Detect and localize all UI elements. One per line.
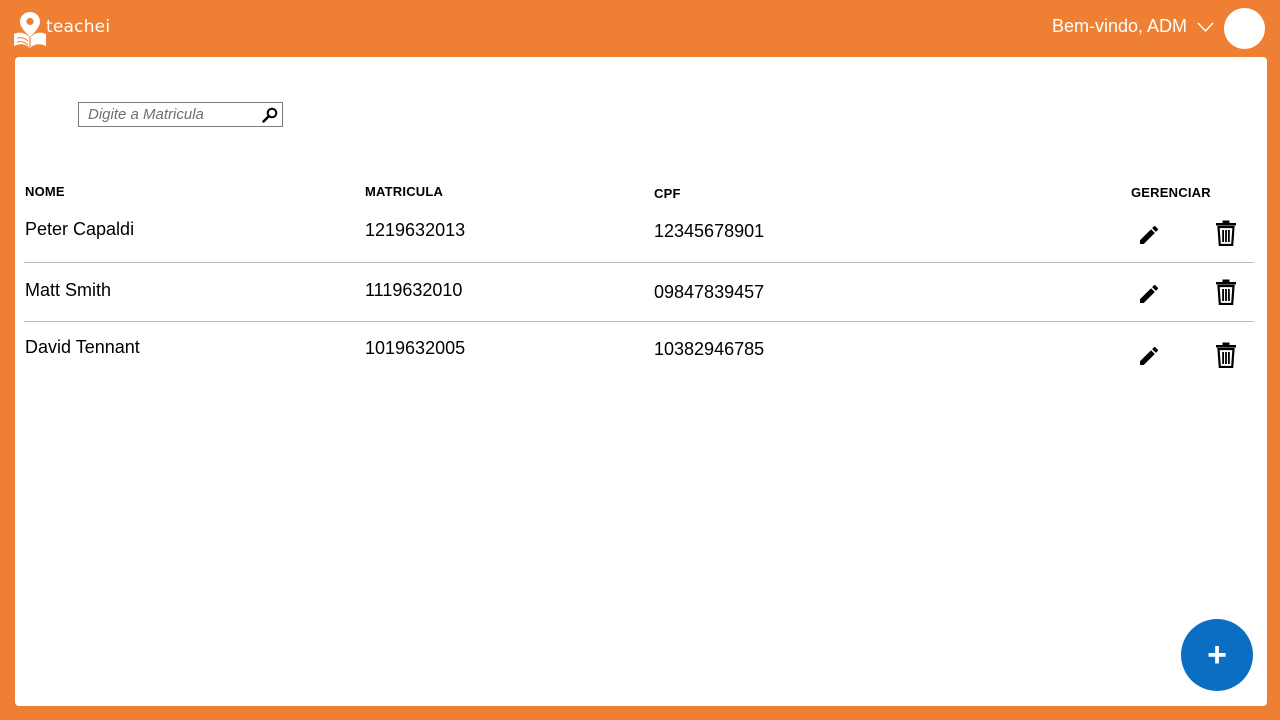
trash-icon [1216,220,1236,246]
row-cpf: 10382946785 [654,339,765,359]
row-nome: David Tennant [25,337,140,357]
row-cpf: 12345678901 [654,221,765,241]
column-header-gerenciar: GERENCIAR [1131,185,1211,200]
row-nome: Matt Smith [25,280,112,300]
brand-name: teachei [46,17,111,37]
search-box [78,102,283,127]
edit-button[interactable] [1136,343,1162,369]
row-nome: Peter Capaldi [25,219,135,239]
row-cpf: 09847839457 [654,282,765,302]
row-divider [24,321,1254,322]
brand-logo[interactable]: teachei [13,10,110,48]
trash-icon [1216,279,1236,305]
edit-pencil-icon [1140,284,1159,303]
plus-icon: + [1207,635,1227,674]
column-header-matricula: MATRICULA [365,184,444,199]
edit-pencil-icon [1140,225,1159,244]
top-bar: teachei Bem-vindo, ADM [0,0,1280,57]
edit-button[interactable] [1136,222,1162,248]
search-input[interactable] [79,103,259,126]
avatar[interactable] [1224,8,1265,49]
column-header-cpf: CPF [654,186,681,201]
delete-button[interactable] [1213,220,1239,246]
row-matricula: 1219632013 [365,220,466,240]
row-matricula: 1019632005 [365,338,466,358]
edit-pencil-icon [1140,346,1159,365]
chevron-down-icon[interactable] [1197,21,1214,33]
row-matricula: 1119632010 [365,280,463,300]
delete-button[interactable] [1213,279,1239,305]
row-divider [24,262,1254,263]
column-header-nome: NOME [25,184,65,199]
search-icon[interactable] [262,107,278,123]
welcome-text: Bem-vindo, ADM [1051,16,1187,36]
delete-button[interactable] [1213,342,1239,368]
trash-icon [1216,342,1236,368]
logo-pin-book-icon [14,12,46,48]
main-panel: NOME MATRICULA CPF GERENCIAR Peter Capal… [15,57,1267,706]
user-menu[interactable]: Bem-vindo, ADM [1052,16,1214,37]
add-button[interactable]: + [1181,619,1253,691]
edit-button[interactable] [1136,281,1162,307]
